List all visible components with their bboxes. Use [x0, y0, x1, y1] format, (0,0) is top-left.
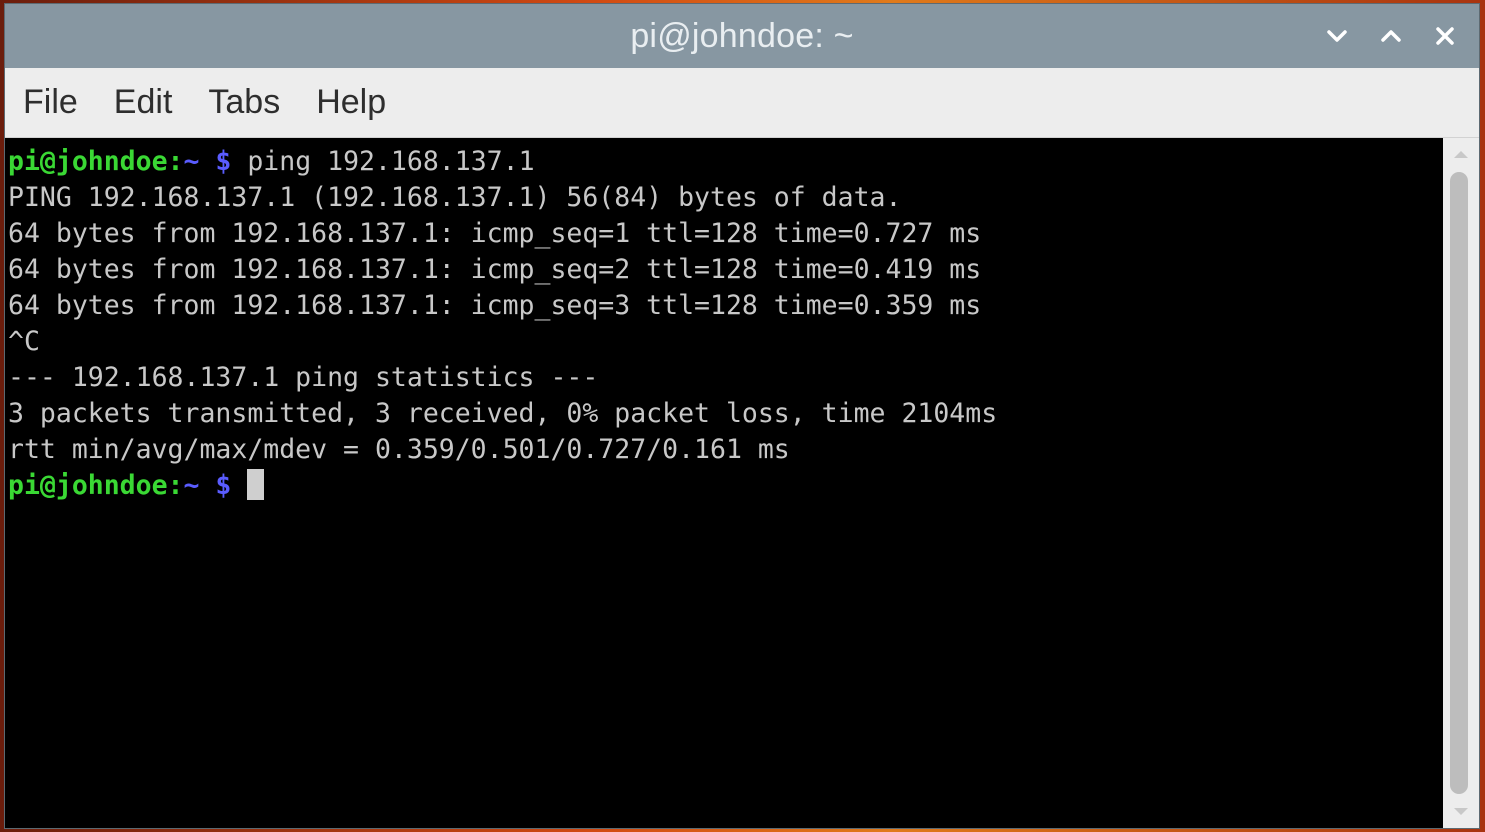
terminal-area[interactable]: pi@johndoe:~ $ ping 192.168.137.1 PING 1…: [5, 138, 1443, 828]
maximize-icon: [1381, 30, 1401, 42]
output-line: 64 bytes from 192.168.137.1: icmp_seq=1 …: [8, 218, 982, 249]
maximize-button[interactable]: [1375, 20, 1407, 52]
prompt-user-host: pi@johndoe: [8, 146, 168, 177]
minimize-button[interactable]: [1321, 20, 1353, 52]
output-line: rtt min/avg/max/mdev = 0.359/0.501/0.727…: [8, 434, 790, 465]
output-line: PING 192.168.137.1 (192.168.137.1) 56(84…: [8, 182, 902, 213]
terminal-window: pi@johndoe: ~ File Edit Tabs Help pi@joh…: [5, 4, 1479, 828]
scroll-up-button[interactable]: [1449, 144, 1473, 164]
menu-bar: File Edit Tabs Help: [5, 68, 1479, 138]
menu-file[interactable]: File: [23, 83, 78, 122]
window-title: pi@johndoe: ~: [630, 17, 854, 55]
output-line: 3 packets transmitted, 3 received, 0% pa…: [8, 398, 998, 429]
scroll-down-button[interactable]: [1449, 802, 1473, 822]
prompt-user-host: pi@johndoe: [8, 470, 168, 501]
prompt-path: ~ $: [183, 470, 232, 501]
scrollbar-thumb[interactable]: [1450, 172, 1468, 794]
output-line: 64 bytes from 192.168.137.1: icmp_seq=3 …: [8, 290, 982, 321]
command-text: ping 192.168.137.1: [231, 146, 535, 177]
scroll-up-icon: [1454, 151, 1468, 158]
output-line: ^C: [8, 326, 40, 357]
input-line[interactable]: pi@johndoe:~ $: [8, 468, 1443, 504]
prompt-colon: :: [167, 146, 184, 177]
close-icon: [1436, 27, 1454, 45]
menu-tabs[interactable]: Tabs: [208, 83, 280, 122]
menu-help[interactable]: Help: [316, 83, 386, 122]
window-controls: [1321, 4, 1461, 68]
output-line: 64 bytes from 192.168.137.1: icmp_seq=2 …: [8, 254, 982, 285]
prompt-colon: :: [167, 470, 184, 501]
scroll-down-icon: [1454, 808, 1468, 815]
command-text: [231, 470, 247, 501]
command-line: pi@johndoe:~ $ ping 192.168.137.1: [8, 144, 1443, 180]
menu-edit[interactable]: Edit: [114, 83, 173, 122]
output-line: --- 192.168.137.1 ping statistics ---: [8, 362, 599, 393]
text-cursor: [247, 469, 265, 500]
close-button[interactable]: [1429, 20, 1461, 52]
minimize-icon: [1327, 30, 1347, 42]
vertical-scrollbar[interactable]: [1443, 138, 1479, 828]
title-bar[interactable]: pi@johndoe: ~: [5, 4, 1479, 68]
prompt-path: ~ $: [183, 146, 232, 177]
